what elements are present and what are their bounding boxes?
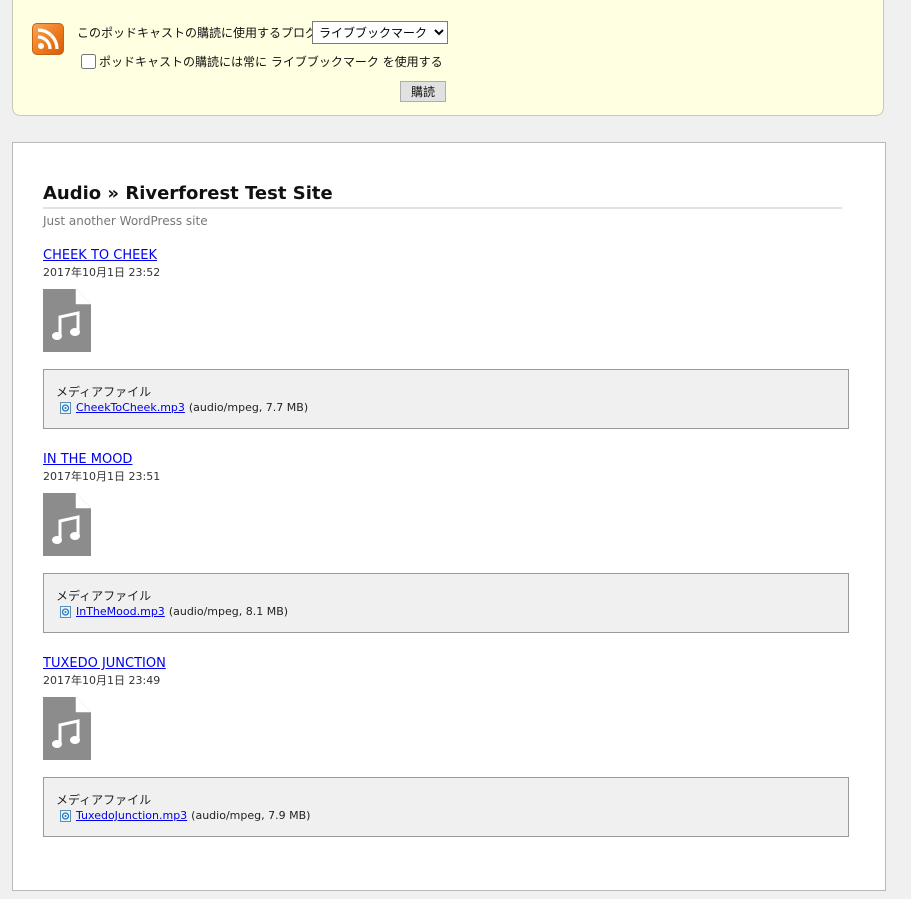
enclosure-item: InTheMood.mp3 (audio/mpeg, 8.1 MB)	[60, 605, 288, 618]
subscribe-program-label: このポッドキャストの購読に使用するプログラム:	[77, 26, 345, 40]
entry-date: 2017年10月1日 23:49	[43, 674, 161, 687]
enclosure-heading: メディアファイル	[56, 589, 152, 603]
audio-file-icon	[43, 289, 91, 352]
rss-feed-icon	[32, 23, 64, 55]
audio-file-icon	[43, 697, 91, 760]
enclosure-box: メディアファイル CheekToCheek.mp3 (audio/mpeg, 7…	[43, 369, 849, 429]
audio-file-icon	[43, 493, 91, 556]
enclosure-file-link[interactable]: TuxedoJunction.mp3	[76, 809, 187, 822]
feed-subtitle: Just another WordPress site	[43, 214, 208, 228]
enclosure-meta: (audio/mpeg, 7.7 MB)	[188, 401, 309, 414]
feed-title: Audio » Riverforest Test Site	[43, 182, 842, 209]
media-file-icon	[60, 809, 71, 822]
entry-title-link[interactable]: TUXEDO JUNCTION	[43, 655, 849, 673]
enclosure-box: メディアファイル InTheMood.mp3 (audio/mpeg, 8.1 …	[43, 573, 849, 633]
always-use-label: ポッドキャストの購読には常に ライブブックマーク を使用する	[99, 54, 443, 69]
enclosure-box: メディアファイル TuxedoJunction.mp3 (audio/mpeg,…	[43, 777, 849, 837]
enclosure-meta: (audio/mpeg, 8.1 MB)	[168, 605, 289, 618]
subscribe-banner: このポッドキャストの購読に使用するプログラム: ライブブックマーク ポッドキャス…	[12, 0, 884, 116]
entry-title-link[interactable]: CHEEK TO CHEEK	[43, 247, 849, 265]
enclosure-heading: メディアファイル	[56, 793, 152, 807]
subscribe-program-select[interactable]: ライブブックマーク	[312, 21, 448, 44]
enclosure-heading: メディアファイル	[56, 385, 152, 399]
enclosure-meta: (audio/mpeg, 7.9 MB)	[191, 809, 311, 822]
always-use-checkbox[interactable]	[81, 53, 96, 69]
entry-title-link[interactable]: IN THE MOOD	[43, 451, 849, 469]
always-use-row[interactable]: ポッドキャストの購読には常に ライブブックマーク を使用する	[81, 52, 443, 70]
feed-entry: TUXEDO JUNCTION 2017年10月1日 23:49 メディアファイ…	[43, 655, 849, 837]
entry-date: 2017年10月1日 23:52	[43, 266, 161, 279]
feed-entry: CHEEK TO CHEEK 2017年10月1日 23:52 メディアファイル…	[43, 247, 849, 429]
feed-panel: Audio » Riverforest Test Site Just anoth…	[12, 142, 886, 891]
media-file-icon	[60, 401, 71, 414]
enclosure-file-link[interactable]: CheekToCheek.mp3	[76, 401, 185, 414]
enclosure-item: TuxedoJunction.mp3 (audio/mpeg, 7.9 MB)	[60, 809, 310, 822]
entry-date: 2017年10月1日 23:51	[43, 470, 161, 483]
subscribe-button[interactable]: 購読	[400, 81, 446, 102]
media-file-icon	[60, 605, 71, 618]
feed-entry: IN THE MOOD 2017年10月1日 23:51 メディアファイル In…	[43, 451, 849, 633]
enclosure-file-link[interactable]: InTheMood.mp3	[76, 605, 165, 618]
enclosure-item: CheekToCheek.mp3 (audio/mpeg, 7.7 MB)	[60, 401, 308, 414]
